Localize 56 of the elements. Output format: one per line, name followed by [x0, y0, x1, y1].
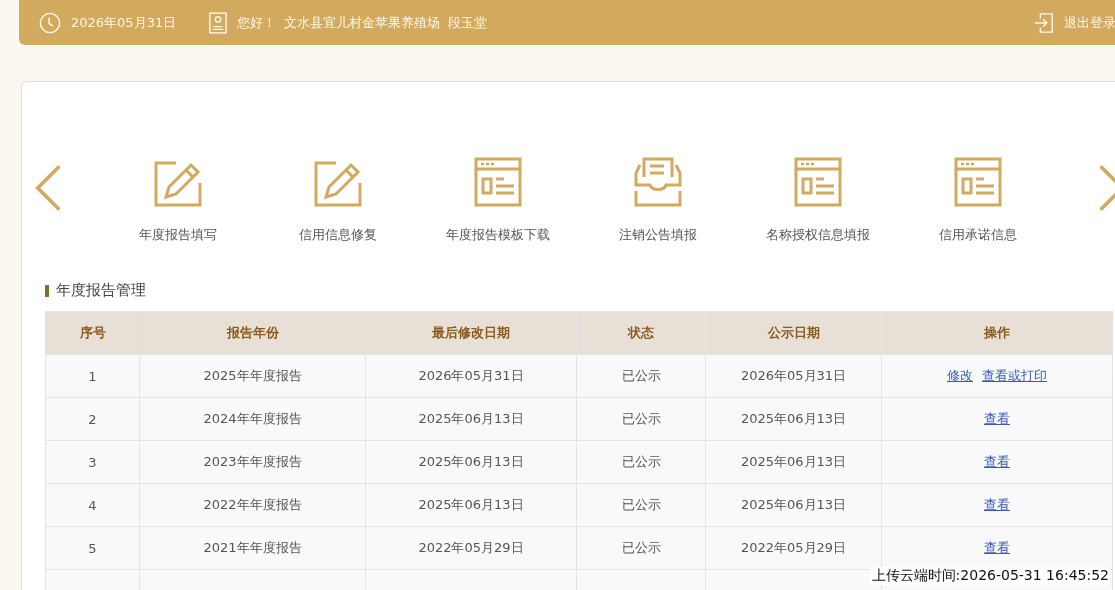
service-link[interactable]: 年度报告模板下载	[446, 226, 550, 244]
table-cell: 2025年06月13日	[365, 483, 577, 527]
table-cell: 2025年06月13日	[705, 483, 882, 527]
current-date: 2026年05月31日	[71, 13, 177, 32]
form-window-icon[interactable]	[794, 157, 842, 207]
logout-icon[interactable]	[1033, 11, 1055, 34]
column-header: 序号	[45, 311, 140, 355]
table-cell: 2026年05月31日	[365, 354, 577, 398]
company-name: 文水县宜儿村金苹果养殖场	[284, 13, 441, 32]
table-cell: 3	[45, 440, 140, 484]
table-cell: 已公示	[576, 483, 706, 527]
section-marker-icon	[45, 284, 49, 297]
table-cell: 2025年06月13日	[705, 440, 882, 484]
table-cell: 4	[45, 483, 140, 527]
service-link[interactable]: 注销公告填报	[619, 226, 697, 244]
table-cell: 2022年年度报告	[139, 483, 366, 527]
table-cell: 2	[45, 397, 140, 441]
table-cell: 5	[45, 526, 140, 570]
service-link[interactable]: 信用承诺信息	[939, 226, 1017, 244]
table-cell: 2025年06月13日	[365, 397, 577, 441]
greeting: 您好！	[237, 13, 277, 32]
action-link[interactable]: 查看	[984, 454, 1010, 469]
clock-icon	[39, 11, 61, 34]
table-cell: 2025年年度报告	[139, 354, 366, 398]
column-header: 最后修改日期	[365, 311, 577, 355]
action-link[interactable]: 查看或打印	[982, 368, 1047, 383]
table-cell: 1	[45, 354, 140, 398]
table-cell: 2022年05月29日	[365, 526, 577, 570]
action-link[interactable]: 查看	[984, 497, 1010, 512]
table-cell: 已公示	[576, 526, 706, 570]
section-title: 年度报告管理	[56, 281, 146, 300]
service-link[interactable]: 名称授权信息填报	[766, 226, 870, 244]
table-cell: 已公示	[576, 397, 706, 441]
action-link[interactable]: 查看	[984, 540, 1010, 555]
column-header: 状态	[576, 311, 706, 355]
column-header: 操作	[881, 311, 1113, 355]
inbox-document-icon[interactable]	[634, 157, 682, 207]
table-cell: 2026年05月31日	[705, 354, 882, 398]
column-header: 公示日期	[705, 311, 882, 355]
table-cell: 已公示	[576, 354, 706, 398]
table-cell: 2025年06月13日	[705, 397, 882, 441]
service-link[interactable]: 信用信息修复	[299, 226, 377, 244]
upload-timestamp: 上传云端时间:2026-05-31 16:45:52	[869, 567, 1109, 585]
table-cell: 2023年年度报告	[139, 440, 366, 484]
form-window-icon[interactable]	[474, 157, 522, 207]
user-name: 段玉堂	[448, 13, 488, 32]
table-cell: 2021年年度报告	[139, 526, 366, 570]
service-link[interactable]: 年度报告填写	[139, 226, 217, 244]
table-cell: 2025年06月13日	[365, 440, 577, 484]
table-cell: 已公示	[576, 440, 706, 484]
action-link[interactable]: 修改	[947, 368, 973, 383]
table-cell: 2024年年度报告	[139, 397, 366, 441]
id-card-icon	[209, 11, 228, 34]
action-link[interactable]: 查看	[984, 411, 1010, 426]
form-window-icon[interactable]	[954, 157, 1002, 207]
column-header: 报告年份	[139, 311, 366, 355]
